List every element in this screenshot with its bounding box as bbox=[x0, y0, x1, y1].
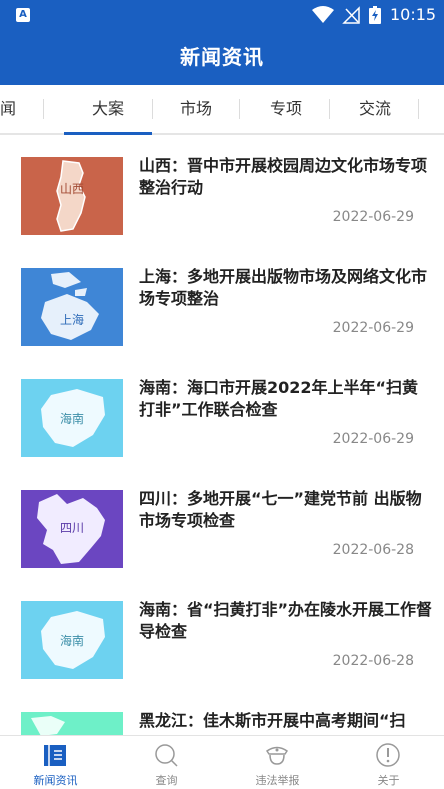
news-title: 海南：省“扫黄打非”办在陵水开展工作督导检查 bbox=[139, 600, 433, 641]
news-item[interactable]: 海南 海南：海口市开展2022年上半年“扫黄打非”工作联合检查 2022-06-… bbox=[0, 359, 444, 469]
tab-label: 大案 bbox=[91, 99, 124, 118]
bottom-nav: 新闻资讯 查询 违法举报 关于 bbox=[0, 735, 444, 789]
nav-label: 违法举报 bbox=[255, 774, 300, 787]
news-list: 山西 山西：晋中市开展校园周边文化市场专项整治行动 2022-06-29 上海 … bbox=[0, 137, 444, 735]
nav-report[interactable]: 违法举报 bbox=[222, 736, 333, 789]
tab-divider bbox=[329, 99, 330, 119]
news-item[interactable]: 海南 海南：省“扫黄打非”办在陵水开展工作督导检查 2022-06-28 bbox=[0, 581, 444, 691]
news-item[interactable]: 山西 山西：晋中市开展校园周边文化市场专项整治行动 2022-06-29 bbox=[0, 137, 444, 247]
region-label: 海南 bbox=[59, 634, 84, 648]
tab-daan[interactable]: 大案 bbox=[64, 85, 152, 135]
news-date: 2022-06-29 bbox=[332, 209, 414, 225]
tab-jiaoliu[interactable]: 交流 bbox=[331, 85, 419, 133]
news-thumbnail: 上海 bbox=[21, 268, 123, 346]
news-title: 海南：海口市开展2022年上半年“扫黄打非”工作联合检查 bbox=[139, 378, 419, 419]
news-item[interactable]: 四川 四川：多地开展“七一”建党节前 出版物市场专项检查 2022-06-28 bbox=[0, 470, 444, 580]
news-thumbnail: 海南 bbox=[21, 379, 123, 457]
nav-label: 查询 bbox=[155, 774, 178, 787]
news-item[interactable]: 黑龙江：佳木斯市开展中高考期间“扫 bbox=[0, 692, 444, 735]
news-title: 四川：多地开展“七一”建党节前 出版物市场专项检查 bbox=[139, 489, 422, 530]
news-title: 上海：多地开展出版物市场及网络文化市场专项整治 bbox=[139, 267, 428, 308]
battery-charging-icon bbox=[369, 6, 381, 24]
tab-divider bbox=[239, 99, 240, 119]
tab-divider bbox=[43, 99, 44, 119]
tab-shichang[interactable]: 市场 bbox=[152, 85, 240, 133]
category-tabs: 要闻 大案 市场 专项 交流 bbox=[0, 85, 444, 135]
tab-label: 专项 bbox=[269, 99, 302, 118]
tab-label: 市场 bbox=[179, 99, 212, 118]
police-icon bbox=[265, 746, 289, 765]
heilongjiang-map-icon bbox=[31, 716, 65, 735]
region-label: 四川 bbox=[59, 521, 84, 535]
tab-zhuanxiang[interactable]: 专项 bbox=[242, 85, 330, 133]
signal-icon bbox=[342, 6, 360, 24]
news-date: 2022-06-29 bbox=[332, 320, 414, 336]
news-title: 黑龙江：佳木斯市开展中高考期间“扫 bbox=[139, 711, 406, 730]
app-header: 新闻资讯 bbox=[0, 30, 444, 85]
info-icon bbox=[376, 743, 400, 767]
status-time: 10:15 bbox=[390, 5, 437, 24]
region-label: 上海 bbox=[59, 313, 84, 327]
news-date: 2022-06-28 bbox=[332, 542, 414, 558]
news-date: 2022-06-28 bbox=[332, 653, 414, 669]
page-title: 新闻资讯 bbox=[180, 45, 264, 69]
news-thumbnail bbox=[21, 712, 123, 735]
news-thumbnail: 山西 bbox=[21, 157, 123, 235]
news-title: 山西：晋中市开展校园周边文化市场专项整治行动 bbox=[139, 156, 428, 197]
tab-yaowen[interactable]: 要闻 bbox=[0, 85, 44, 133]
region-label: 山西 bbox=[59, 182, 84, 196]
app-notification-icon: A bbox=[16, 8, 30, 22]
nav-news[interactable]: 新闻资讯 bbox=[0, 736, 111, 789]
status-bar: A 10:15 bbox=[0, 0, 444, 30]
news-thumbnail: 海南 bbox=[21, 601, 123, 679]
tab-label: 交流 bbox=[358, 99, 391, 118]
wifi-icon bbox=[312, 6, 334, 23]
news-thumbnail: 四川 bbox=[21, 490, 123, 568]
tab-divider bbox=[152, 99, 153, 119]
region-label: 海南 bbox=[59, 412, 84, 426]
news-icon bbox=[44, 745, 66, 766]
tab-label: 要闻 bbox=[0, 99, 16, 118]
search-icon bbox=[155, 744, 178, 767]
nav-search[interactable]: 查询 bbox=[111, 736, 222, 789]
active-tab-indicator bbox=[64, 132, 152, 135]
nav-label: 关于 bbox=[377, 774, 400, 787]
news-date: 2022-06-29 bbox=[332, 431, 414, 447]
nav-label: 新闻资讯 bbox=[33, 774, 78, 787]
tab-divider bbox=[418, 99, 419, 119]
nav-about[interactable]: 关于 bbox=[333, 736, 444, 789]
news-item[interactable]: 上海 上海：多地开展出版物市场及网络文化市场专项整治 2022-06-29 bbox=[0, 248, 444, 358]
